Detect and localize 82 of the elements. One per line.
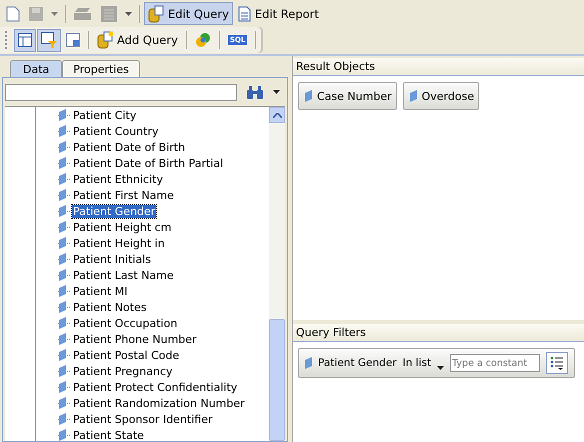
dimension-icon: [59, 413, 66, 425]
dimension-icon: [59, 429, 66, 441]
toolbar-button[interactable]: Edit Query: [144, 2, 233, 25]
toolbar-button[interactable]: Edit Report: [234, 2, 323, 25]
tree-item[interactable]: Patient Randomization Number: [72, 396, 246, 410]
dimension-icon: [59, 349, 66, 361]
dimension-icon: [59, 381, 66, 393]
dimension-icon: [305, 357, 312, 369]
tree-item[interactable]: Patient MI: [72, 284, 129, 298]
dimension-icon: [59, 173, 66, 185]
dimension-icon: [59, 333, 66, 345]
dimension-icon: [59, 189, 66, 201]
report-icon: [238, 6, 251, 22]
section-header: Query Filters: [293, 324, 584, 342]
result-object-chip[interactable]: Case Number: [298, 82, 397, 110]
dimension-icon: [59, 125, 66, 137]
binoculars-icon[interactable]: [247, 86, 263, 98]
tree-item[interactable]: Patient Country: [72, 124, 160, 138]
dimension-icon: [59, 205, 66, 217]
tree-item[interactable]: Patient Sponsor Identifier: [72, 412, 214, 426]
tree-item[interactable]: Patient Date of Birth Partial: [72, 156, 224, 170]
list-button[interactable]: [546, 352, 568, 374]
constant-field[interactable]: Type a constant: [450, 354, 540, 372]
grid-icon: [66, 33, 80, 47]
tree-item[interactable]: Patient Occupation: [72, 316, 178, 330]
scroll-up-button[interactable]: [269, 107, 285, 123]
tree-item[interactable]: Patient State: [72, 428, 145, 441]
tree-item[interactable]: Patient Date of Birth: [72, 140, 186, 154]
table-icon: [101, 6, 117, 22]
tab[interactable]: Data: [10, 60, 62, 77]
dimension-icon: [59, 285, 66, 297]
search-field[interactable]: [5, 84, 237, 100]
panel-icon: [18, 33, 32, 47]
cylinder-icon: [97, 31, 113, 49]
tab[interactable]: Properties: [62, 60, 140, 77]
toolbar-button[interactable]: Add Query: [93, 28, 182, 52]
caret-icon: [437, 366, 444, 370]
tree-item[interactable]: Patient City: [72, 108, 138, 122]
tree-item[interactable]: Patient Initials: [72, 252, 152, 266]
list-icon: [550, 356, 564, 370]
tree-item[interactable]: Patient Protect Confidentiality: [72, 380, 238, 394]
scroll-thumb[interactable]: [269, 319, 285, 441]
document-icon: [6, 6, 20, 22]
scrollbar[interactable]: [269, 107, 285, 441]
cylinder-icon: [148, 4, 164, 22]
tree-item[interactable]: Patient Height cm: [72, 220, 172, 234]
dimension-icon: [410, 90, 417, 102]
dimension-icon: [59, 269, 66, 281]
dimension-icon: [59, 141, 66, 153]
toolbar-icon-button[interactable]: [37, 28, 61, 52]
tree-item[interactable]: Patient Ethnicity: [72, 172, 164, 186]
dimension-icon: [59, 157, 66, 169]
toolbar-icon-button[interactable]: [14, 28, 36, 52]
printer-icon: [74, 8, 92, 20]
dimension-icon: [59, 253, 66, 265]
tree-item[interactable]: Patient Last Name: [72, 268, 175, 282]
spheres-icon: [194, 32, 211, 48]
dimension-icon: [59, 237, 66, 249]
caret-icon: [51, 12, 58, 16]
tree-item[interactable]: Patient Notes: [72, 300, 148, 314]
tree-item[interactable]: Patient First Name: [72, 188, 175, 202]
tree-item[interactable]: Patient Phone Number: [72, 332, 198, 346]
tree-item[interactable]: Patient Postal Code: [72, 348, 180, 362]
floppy-icon: [29, 6, 43, 20]
dimension-icon: [59, 301, 66, 313]
dimension-icon: [59, 109, 66, 121]
tree-item[interactable]: Patient Height in: [72, 236, 166, 250]
dimension-icon: [59, 317, 66, 329]
tree-item[interactable]: Patient Gender: [72, 204, 156, 218]
section-header: Result Objects: [293, 58, 584, 76]
caret-icon[interactable]: [273, 90, 280, 94]
result-object-chip[interactable]: Overdose: [402, 82, 480, 110]
caret-icon: [125, 12, 132, 16]
filter-icon: [41, 32, 57, 48]
dimension-icon: [59, 365, 66, 377]
operator-dropdown[interactable]: In list: [402, 356, 444, 370]
tree-item[interactable]: Patient Pregnancy: [72, 364, 174, 378]
filter-object: Patient Gender: [318, 357, 397, 369]
chevron-up-icon: [272, 112, 282, 118]
dimension-icon: [59, 397, 66, 409]
dimension-icon: [305, 90, 312, 102]
dimension-icon: [59, 221, 66, 233]
